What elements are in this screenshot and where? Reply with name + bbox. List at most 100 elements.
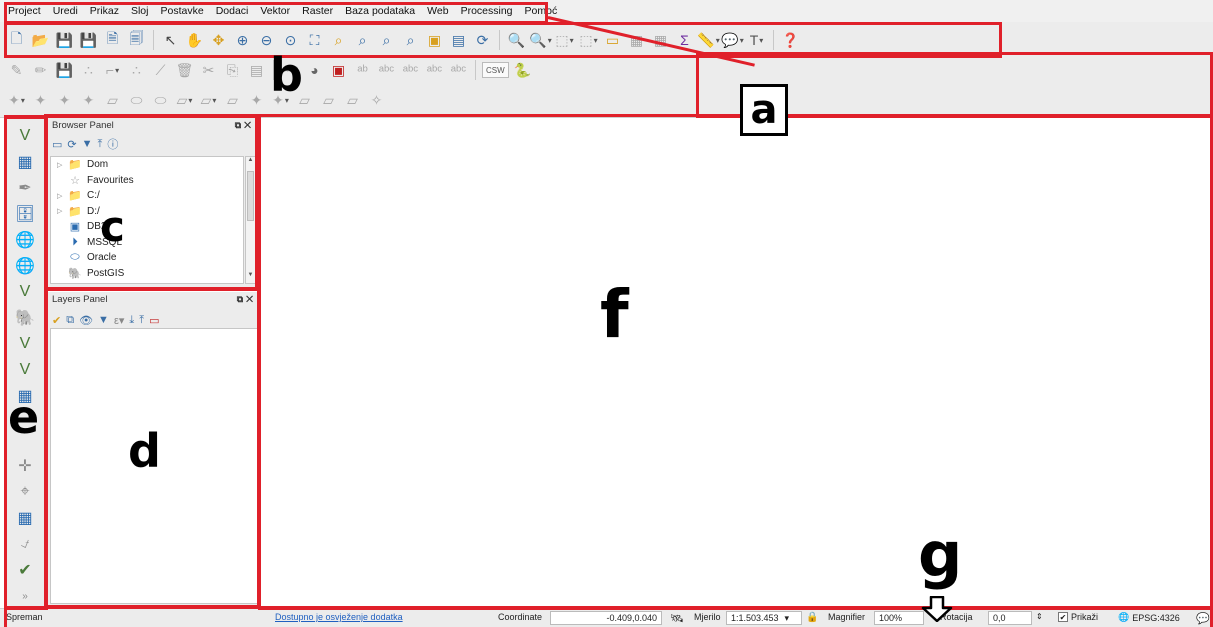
- gps-tool-icon[interactable]: ✛: [12, 454, 38, 478]
- expand-toolbar-icon[interactable]: »: [12, 584, 38, 608]
- panel-float-close-icon[interactable]: ⧉✕: [237, 294, 256, 305]
- digitize-tool-3-icon[interactable]: ✦: [54, 90, 75, 111]
- manage-visibility-icon[interactable]: 👁: [79, 314, 93, 327]
- digitize-tool-6-icon[interactable]: ⬭: [126, 90, 147, 111]
- digitize-tool-10-icon[interactable]: ▱: [222, 90, 243, 111]
- browser-item-d-[interactable]: ▷ 📁 D:/: [51, 204, 243, 220]
- zoom-full-icon[interactable]: ⛶: [304, 30, 325, 51]
- select-features-icon[interactable]: ⬚: [554, 30, 575, 51]
- menu-item-raster[interactable]: Raster: [302, 5, 333, 17]
- digitize-tool-15-icon[interactable]: ▱: [342, 90, 363, 111]
- python-console-icon[interactable]: 🐍: [512, 60, 533, 81]
- lock-scale-icon[interactable]: 🔒: [806, 612, 818, 623]
- add-group-icon[interactable]: ⧉: [66, 314, 74, 327]
- add-postgis-layer-icon[interactable]: 🐘: [12, 306, 38, 330]
- paste-features-icon[interactable]: ▤: [246, 60, 267, 81]
- render-toggle[interactable]: ✔ Prikaži: [1058, 612, 1098, 622]
- csw-button[interactable]: CSW: [482, 62, 509, 78]
- filter-expression-icon[interactable]: ε▾: [114, 314, 124, 327]
- save-as-icon[interactable]: 💾: [78, 30, 99, 51]
- vertex-tool-icon[interactable]: ⌐: [102, 60, 123, 81]
- current-edits-icon[interactable]: ✎: [6, 60, 27, 81]
- pan-to-selection-icon[interactable]: ✥: [208, 30, 229, 51]
- collapse-all-icon[interactable]: ⤒: [98, 138, 103, 151]
- browser-item-favourites[interactable]: ☆ Favourites: [51, 173, 243, 189]
- digitize-tool-11-icon[interactable]: ✦: [246, 90, 267, 111]
- zoom-in-icon[interactable]: ⊕: [232, 30, 253, 51]
- scroll-up-icon[interactable]: ▲: [246, 157, 255, 168]
- add-delimited-text-icon[interactable]: ✒: [12, 176, 38, 200]
- text-annotation-icon[interactable]: T: [746, 30, 767, 51]
- add-vector-layer-icon[interactable]: V: [12, 124, 38, 148]
- menu-item-vektor[interactable]: Vektor: [260, 5, 290, 17]
- zoom-selection-icon[interactable]: ⌕: [328, 30, 349, 51]
- new-project-icon[interactable]: 🗋: [6, 30, 27, 51]
- menu-item-dodaci[interactable]: Dodaci: [216, 5, 249, 17]
- new-print-layout-icon[interactable]: 🗎: [102, 30, 123, 51]
- refresh-browser-icon[interactable]: ⟳: [67, 138, 76, 151]
- browser-item-dom[interactable]: ▷ 📁 Dom: [51, 157, 243, 173]
- new-bookmark-icon[interactable]: ▣: [424, 30, 445, 51]
- geometry-checker-icon[interactable]: ▦: [12, 506, 38, 530]
- map-canvas[interactable]: [262, 118, 1213, 608]
- select-by-value-icon[interactable]: ⬚: [578, 30, 599, 51]
- menu-item-web[interactable]: Web: [427, 5, 448, 17]
- pan-icon[interactable]: ✋: [184, 30, 205, 51]
- delete-selected-icon[interactable]: 🗑: [174, 60, 195, 81]
- digitize-tool-5-icon[interactable]: ▱: [102, 90, 123, 111]
- zoom-last-icon[interactable]: ⌕: [376, 30, 397, 51]
- add-virtual-layer-icon[interactable]: V: [12, 332, 38, 356]
- browser-item-oracle[interactable]: ⬭ Oracle: [51, 250, 243, 266]
- georeferencer-icon[interactable]: ⍻: [12, 532, 38, 556]
- browser-tree[interactable]: ▷ 📁 Dom ☆ Favourites ▷ 📁 C:/▷ 📁 D:/▣ DB2 ⏵ MSSQL ⬭ Ora…: [50, 156, 244, 284]
- digitize-tool-1-icon[interactable]: ✦: [6, 90, 27, 111]
- rotation-field[interactable]: 0,0: [988, 611, 1032, 625]
- copy-features-icon[interactable]: ⎘: [222, 60, 243, 81]
- add-feature-icon[interactable]: ∴: [78, 60, 99, 81]
- rotate-label-icon[interactable]: ᵃᵇᶜ: [424, 60, 445, 81]
- menu-item-processing[interactable]: Processing: [461, 5, 513, 17]
- scroll-down-icon[interactable]: ▼: [246, 272, 255, 283]
- identify-icon[interactable]: 🔍: [506, 30, 527, 51]
- properties-icon[interactable]: ⓘ: [107, 136, 118, 152]
- coordinate-field[interactable]: -0.409,0.040: [550, 611, 662, 625]
- select-pointer-icon[interactable]: ↖: [160, 30, 181, 51]
- pin-label-icon[interactable]: ᵃᵇ: [352, 60, 373, 81]
- add-raster-layer-icon[interactable]: ▦: [12, 150, 38, 174]
- identify-features-icon[interactable]: 🔍: [529, 30, 551, 51]
- browser-item-mssql[interactable]: ⏵ MSSQL: [51, 235, 243, 251]
- expand-arrow-icon[interactable]: ▷: [57, 161, 67, 169]
- new-shapefile-layer-icon[interactable]: V: [12, 358, 38, 382]
- digitize-tool-9-icon[interactable]: ▱: [198, 90, 219, 111]
- zoom-layer-icon[interactable]: ⌕: [352, 30, 373, 51]
- collapse-all-layers-icon[interactable]: ⤒: [139, 314, 144, 327]
- move-label-icon[interactable]: ᵃᵇᶜ: [400, 60, 421, 81]
- save-edits-icon[interactable]: 💾: [54, 60, 75, 81]
- digitize-tool-7-icon[interactable]: ⬭: [150, 90, 171, 111]
- menu-item-pomoć[interactable]: Pomoć: [525, 5, 558, 17]
- coordinate-capture-icon[interactable]: ⌖: [12, 480, 38, 504]
- expand-arrow-icon[interactable]: ▷: [57, 192, 67, 200]
- browser-item-c-[interactable]: ▷ 📁 C:/: [51, 188, 243, 204]
- add-selected-layer-icon[interactable]: ▭: [52, 138, 62, 151]
- topology-checker-icon[interactable]: ✔: [12, 558, 38, 582]
- refresh-icon[interactable]: ⟳: [472, 30, 493, 51]
- zoom-next-icon[interactable]: ⌕: [400, 30, 421, 51]
- toggle-extents-icon[interactable]: 🛰: [670, 612, 684, 625]
- highlight-label-icon[interactable]: ▣: [328, 60, 349, 81]
- style-manager-icon[interactable]: ✔: [52, 314, 61, 327]
- menu-item-baza-podataka[interactable]: Baza podataka: [345, 5, 415, 17]
- add-wfs-layer-icon[interactable]: V: [12, 280, 38, 304]
- crs-button[interactable]: 🌐 EPSG:4326: [1118, 612, 1180, 623]
- node-tool-icon[interactable]: ⟋: [150, 60, 171, 81]
- rotation-spinner-icon[interactable]: ⇕: [1036, 612, 1043, 621]
- magnifier-field[interactable]: 100%: [874, 611, 924, 625]
- scale-field[interactable]: 1:1.503.453 ▾: [726, 611, 802, 625]
- show-hide-label-icon[interactable]: ᵃᵇᶜ: [376, 60, 397, 81]
- browser-scrollbar[interactable]: ▲ ▼: [245, 156, 256, 284]
- browser-item-postgis[interactable]: 🐘 PostGIS: [51, 266, 243, 282]
- change-label-icon[interactable]: ᵃᵇᶜ: [448, 60, 469, 81]
- menu-item-sloj[interactable]: Sloj: [131, 5, 149, 17]
- save-project-icon[interactable]: 💾: [54, 30, 75, 51]
- add-wms-layer-icon[interactable]: 🌐: [12, 228, 38, 252]
